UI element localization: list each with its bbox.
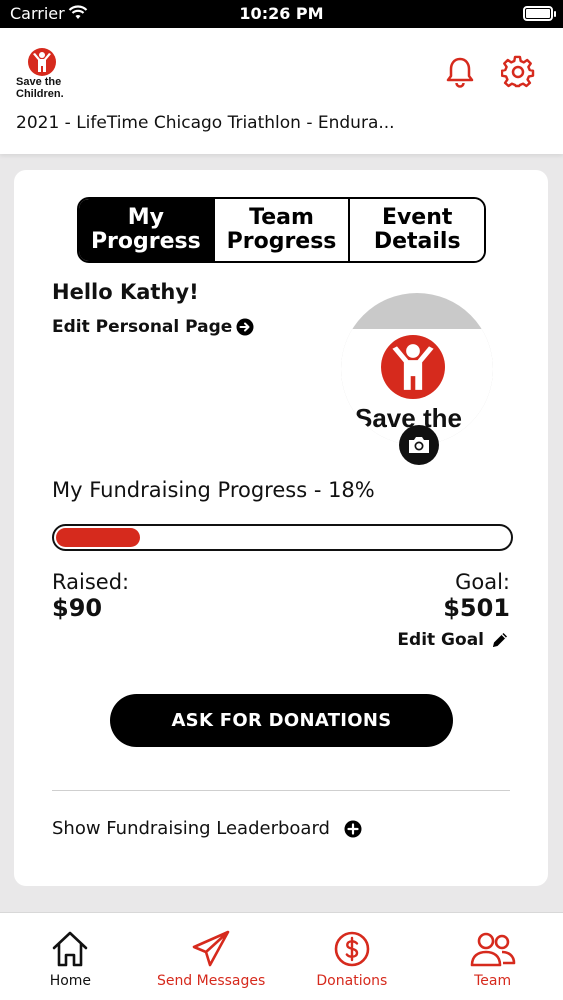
- tabbar-team-label: Team: [474, 973, 512, 989]
- tabbar-donations[interactable]: Donations: [282, 913, 423, 1000]
- greeting: Hello Kathy!: [52, 280, 199, 304]
- dollar-circle-icon: [334, 931, 370, 967]
- status-bar: Carrier 10:26 PM: [0, 0, 563, 28]
- edit-personal-page-link[interactable]: Edit Personal Page: [52, 317, 254, 337]
- plus-circle-icon: [344, 820, 362, 837]
- tab-event-details[interactable]: Event Details: [348, 199, 484, 261]
- battery-icon: [523, 6, 556, 21]
- progress-card: My Progress Team Progress Event Details …: [14, 170, 548, 886]
- fundraising-progress-title: My Fundraising Progress - 18%: [52, 478, 375, 502]
- logo-mark-icon: [28, 48, 56, 76]
- status-time: 10:26 PM: [239, 4, 324, 23]
- tabbar-send-messages[interactable]: Send Messages: [141, 913, 282, 1000]
- bell-icon[interactable]: [443, 55, 477, 89]
- show-leaderboard-toggle[interactable]: Show Fundraising Leaderboard: [52, 818, 362, 839]
- tabbar-team[interactable]: Team: [422, 913, 563, 1000]
- save-the-children-logo: Save the Children.: [16, 48, 76, 104]
- raised-label: Raised:: [52, 570, 130, 594]
- paper-plane-icon: [192, 930, 230, 967]
- profile-avatar[interactable]: Save the: [341, 293, 493, 445]
- camera-button[interactable]: [399, 425, 439, 465]
- progress-bar-fill: [56, 528, 141, 547]
- camera-icon: [409, 437, 429, 453]
- logo-text: Save the Children.: [16, 76, 64, 100]
- tabbar-donations-label: Donations: [316, 973, 388, 989]
- goal-value: $501: [443, 594, 510, 622]
- home-icon: [53, 931, 88, 967]
- gear-icon[interactable]: [501, 55, 535, 89]
- pencil-icon: [493, 633, 507, 647]
- app-header: Save the Children. 2021 - LifeTime Chica…: [0, 28, 563, 154]
- fundraising-progress-bar: [52, 524, 513, 551]
- edit-goal-label: Edit Goal: [397, 630, 484, 650]
- tabbar-send-messages-label: Send Messages: [156, 973, 266, 989]
- edit-personal-page-label: Edit Personal Page: [52, 317, 233, 337]
- team-icon: [470, 932, 515, 967]
- edit-goal-link[interactable]: Edit Goal: [397, 630, 510, 650]
- ask-for-donations-button[interactable]: ASK FOR DONATIONS: [110, 694, 453, 747]
- tabbar-home-label: Home: [49, 973, 92, 989]
- arrow-right-circle-icon: [236, 318, 254, 336]
- segment-tabs: My Progress Team Progress Event Details: [77, 197, 486, 263]
- raised-value: $90: [52, 594, 103, 622]
- event-title[interactable]: 2021 - LifeTime Chicago Triathlon - Endu…: [16, 113, 395, 133]
- tab-team-progress[interactable]: Team Progress: [212, 199, 349, 261]
- bottom-tab-bar: Home Send Messages Donations Team: [0, 912, 563, 1000]
- goal-label: Goal:: [455, 570, 510, 594]
- tabbar-home[interactable]: Home: [0, 913, 141, 1000]
- tab-my-progress[interactable]: My Progress: [79, 199, 213, 261]
- divider: [52, 790, 510, 791]
- leaderboard-label: Show Fundraising Leaderboard: [52, 818, 330, 839]
- avatar-logo-icon: [381, 335, 445, 399]
